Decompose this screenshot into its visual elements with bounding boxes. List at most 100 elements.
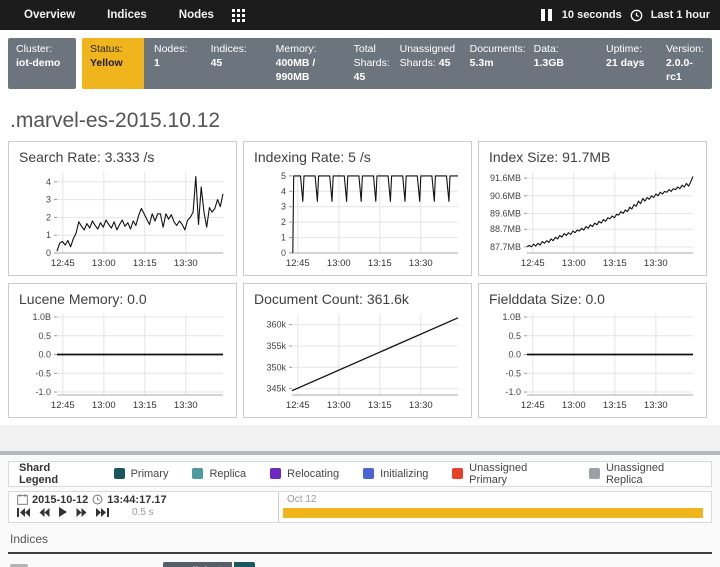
playback-date[interactable]: 2015-10-12 [32,494,88,506]
svg-text:13:30: 13:30 [409,258,433,269]
svg-text:13:15: 13:15 [603,258,627,269]
cluster-stat: Unassigned Shards: 45 [392,42,462,85]
svg-text:-0.5: -0.5 [35,368,51,378]
indices-section-title: Indices [10,532,710,546]
svg-text:12:45: 12:45 [286,400,310,411]
svg-text:13:15: 13:15 [133,400,157,411]
cluster-status-chip: Status: Yellow [82,38,144,89]
chart-title: Fielddata Size: 0.0 [479,284,706,307]
chart-plot[interactable]: 54321012:4513:0013:1513:30 [250,167,463,273]
nav-items: OverviewIndicesNodes [10,5,228,25]
svg-text:5: 5 [281,170,286,180]
chart-title: Indexing Rate: 5 /s [244,142,471,165]
svg-text:12:45: 12:45 [51,258,75,269]
svg-text:4: 4 [46,176,51,186]
play-button[interactable] [59,507,67,517]
timeline-progress-bar[interactable] [283,508,703,518]
svg-text:0: 0 [46,248,51,258]
nav-item-nodes[interactable]: Nodes [165,5,228,25]
nav-item-indices[interactable]: Indices [93,5,161,25]
skip-back-button[interactable] [17,508,30,517]
legend-item-relocating: Relocating [270,462,339,486]
indices-divider [8,552,712,554]
calendar-icon [17,494,28,505]
svg-text:-1.0: -1.0 [35,387,51,397]
skip-forward-button[interactable] [96,508,109,517]
pause-icon[interactable] [541,9,552,21]
playback-controls-block: 2015-10-12 13:44:17.17 [9,492,279,522]
playback-time[interactable]: 13:44:17.17 [107,494,166,506]
shard-legend-title: Shard Legend [19,462,92,486]
cluster-stat: Memory: 400MB / 990MB [268,42,346,85]
svg-text:0.5: 0.5 [38,330,51,340]
cluster-stat: Data: 1.3GB [526,42,598,85]
svg-text:13:15: 13:15 [603,400,627,411]
svg-text:13:30: 13:30 [409,400,433,411]
index-badge[interactable]: Headlok ★ 0 [163,562,255,567]
svg-text:12:45: 12:45 [521,258,545,269]
chart-plot[interactable]: 1.0B0.50.0-0.5-1.012:4513:0013:1513:30 [15,309,228,415]
clock-small-icon [92,494,103,505]
svg-text:-0.5: -0.5 [505,368,521,378]
svg-text:13:30: 13:30 [644,400,668,411]
nav-item-overview[interactable]: Overview [10,5,89,25]
chart-panel: Lucene Memory: 0.01.0B0.50.0-0.5-1.012:4… [8,283,237,418]
cluster-name-chip: Cluster: iot-demo [8,38,76,89]
section-gap [0,425,720,451]
shard-count-badge: 0 [10,564,28,567]
cluster-stat: Total Shards: 45 [346,42,392,85]
chart-plot[interactable]: 4321012:4513:0013:1513:30 [15,167,228,273]
svg-text:91.6MB: 91.6MB [490,173,521,183]
chart-title: Document Count: 361.6k [244,284,471,307]
svg-text:13:30: 13:30 [174,400,198,411]
svg-text:2: 2 [281,217,286,227]
chart-panel: Search Rate: 3.333 /s4321012:4513:0013:1… [8,141,237,276]
fast-forward-button[interactable] [76,508,87,517]
svg-text:1: 1 [281,232,286,242]
legend-swatch [589,468,600,479]
svg-text:13:00: 13:00 [92,258,116,269]
clock-icon [630,9,643,22]
page-title: .marvel-es-2015.10.12 [10,109,710,133]
cluster-stat: Version: 2.0.0-rc1 [658,42,710,85]
svg-text:0.0: 0.0 [508,349,521,359]
svg-text:1.0B: 1.0B [32,312,51,322]
svg-text:355k: 355k [266,340,286,350]
svg-text:350k: 350k [266,362,286,372]
legend-swatch [114,468,125,479]
apps-grid-icon[interactable] [232,9,245,22]
status-label: Status: [90,43,123,55]
svg-text:12:45: 12:45 [521,400,545,411]
svg-text:13:00: 13:00 [562,258,586,269]
svg-text:12:45: 12:45 [51,400,75,411]
status-value: Yellow [90,57,123,69]
legend-swatch [363,468,374,479]
chart-plot[interactable]: 91.6MB90.6MB89.6MB88.7MB87.7MB12:4513:00… [485,167,698,273]
playback-panel: 2015-10-12 13:44:17.17 [8,491,712,523]
svg-text:13:15: 13:15 [133,258,157,269]
cluster-stats: Nodes: 1Indices: 45Memory: 400MB / 990MB… [144,38,712,89]
svg-text:87.7MB: 87.7MB [490,241,521,251]
svg-text:88.7MB: 88.7MB [490,224,521,234]
svg-text:345k: 345k [266,383,286,393]
legend-swatch [192,468,203,479]
chart-plot[interactable]: 360k355k350k345k12:4513:0013:1513:30 [250,309,463,415]
bottom-section: Shard Legend PrimaryReplicaRelocatingIni… [0,455,720,567]
time-range[interactable]: Last 1 hour [651,9,710,21]
chart-plot[interactable]: 1.0B0.50.0-0.5-1.012:4513:0013:1513:30 [485,309,698,415]
rewind-button[interactable] [39,508,50,517]
chart-panel: Fielddata Size: 0.01.0B0.50.0-0.5-1.012:… [478,283,707,418]
refresh-interval[interactable]: 10 seconds [562,9,622,21]
indices-badges-row: 0 Headlok ★ 0 [8,562,712,567]
chart-panel: Document Count: 361.6k360k355k350k345k12… [243,283,472,418]
svg-text:3: 3 [281,201,286,211]
svg-text:13:00: 13:00 [327,400,351,411]
chart-panel: Indexing Rate: 5 /s54321012:4513:0013:15… [243,141,472,276]
svg-text:89.6MB: 89.6MB [490,208,521,218]
chart-title: Index Size: 91.7MB [479,142,706,165]
cluster-stat: Documents: 5.3m [462,42,526,85]
svg-text:1: 1 [46,230,51,240]
cluster-label: Cluster: [16,43,52,55]
legend-swatch [270,468,281,479]
svg-text:13:15: 13:15 [368,258,392,269]
